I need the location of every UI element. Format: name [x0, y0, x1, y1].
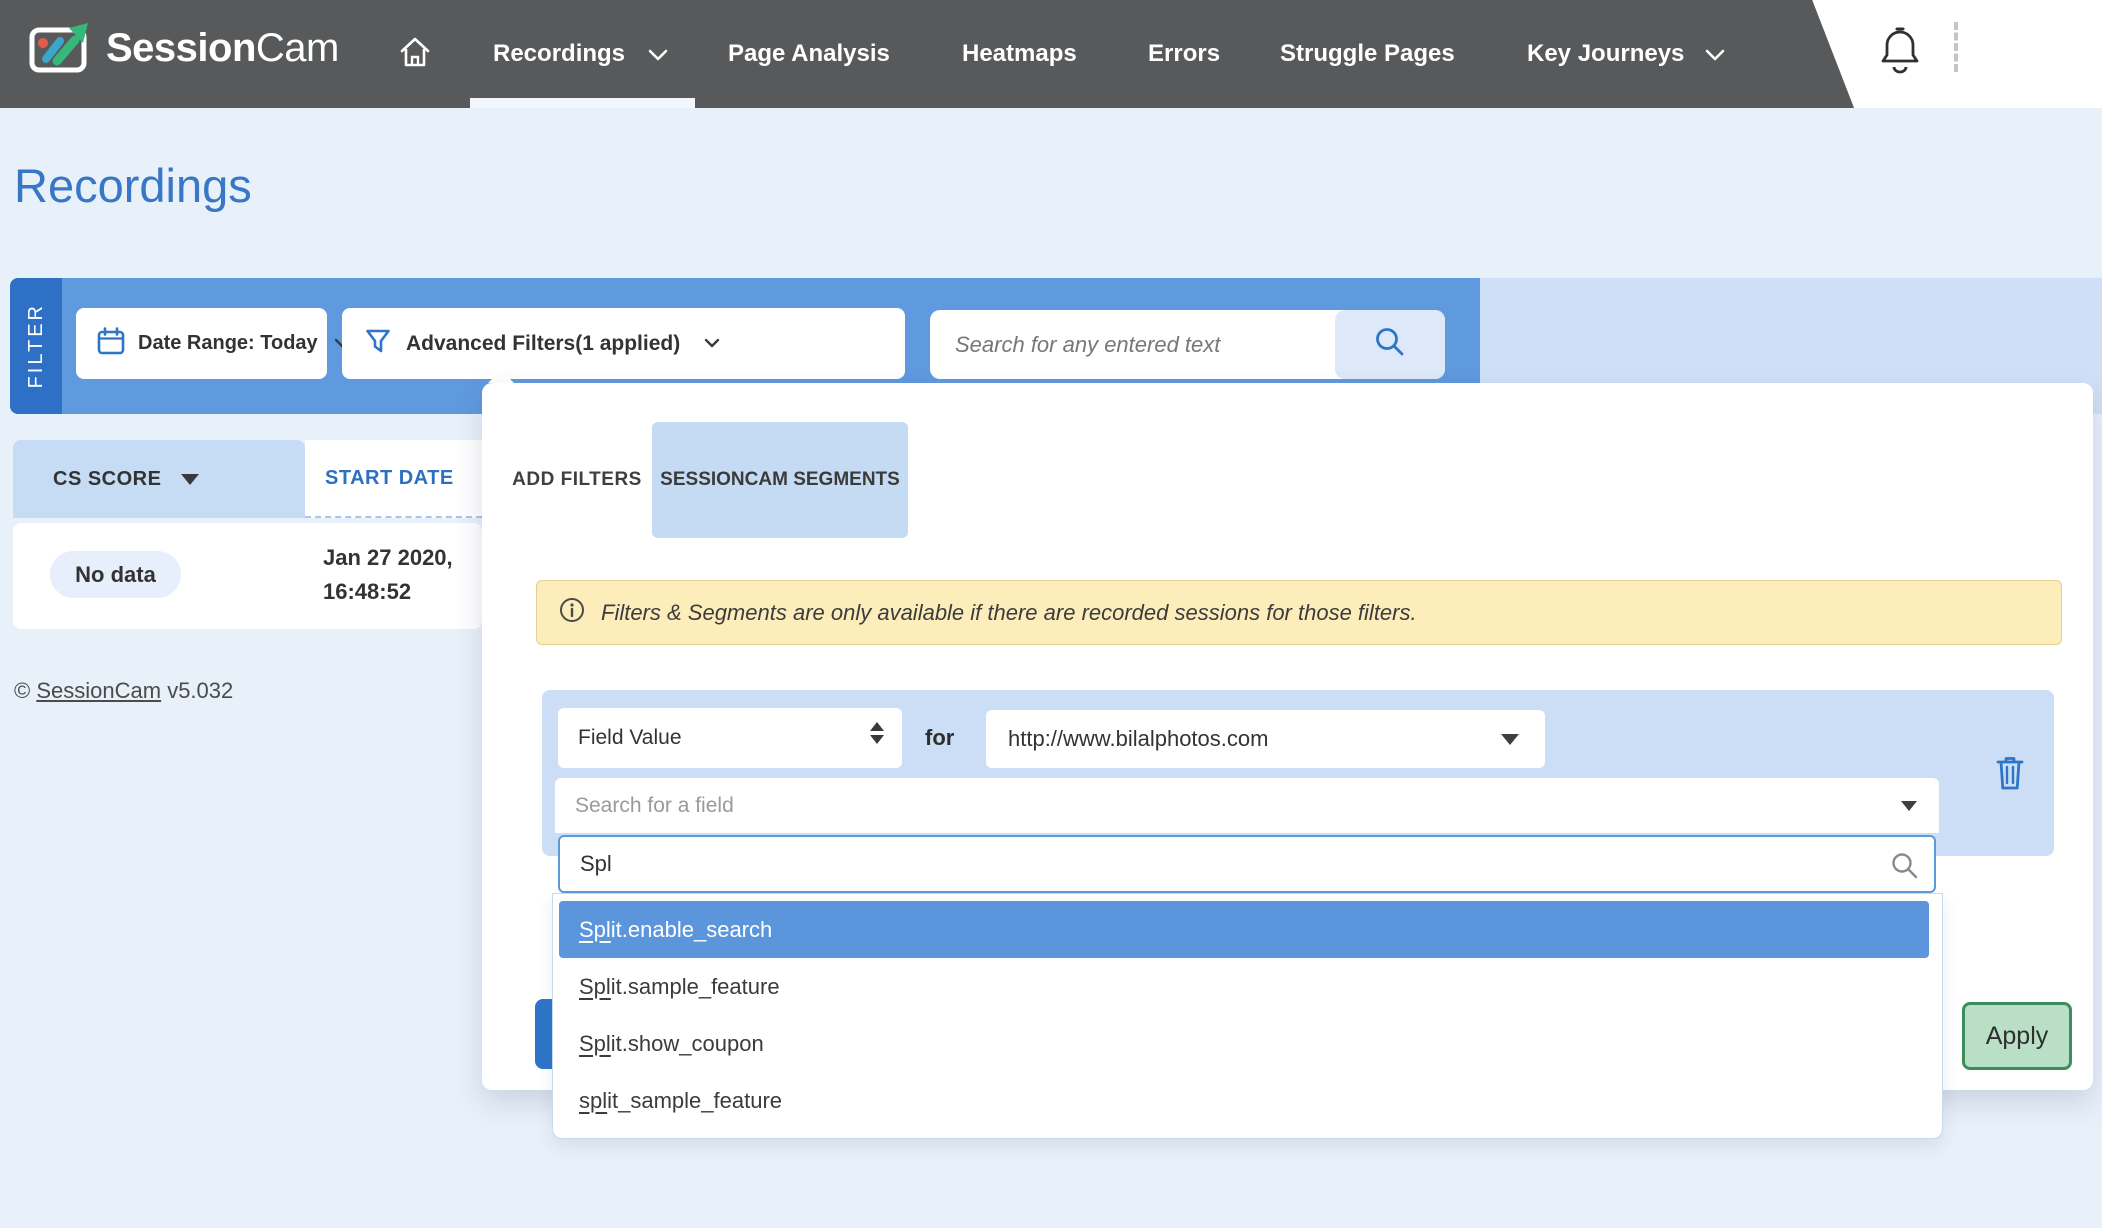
caret-down-icon	[1901, 801, 1917, 811]
nav-struggle-pages[interactable]: Struggle Pages	[1280, 0, 1455, 108]
start-date-column-header[interactable]: START DATE	[305, 440, 482, 518]
navbar-corner	[1780, 0, 2102, 108]
field-search-input[interactable]	[560, 837, 1934, 891]
caret-down-icon	[1501, 734, 1519, 745]
more-options-icon[interactable]	[1954, 22, 1958, 72]
chevron-down-icon	[1705, 48, 1725, 66]
select-updown-icon	[870, 722, 884, 744]
sort-descending-icon	[181, 474, 199, 485]
calendar-icon	[96, 326, 126, 361]
chevron-down-icon	[648, 48, 668, 66]
popover-arrow	[488, 370, 514, 383]
chevron-down-icon	[704, 335, 720, 353]
field-type-select[interactable]: Field Value	[558, 708, 902, 768]
sessioncam-logo-icon	[28, 18, 92, 79]
notifications-bell-icon[interactable]	[1878, 26, 1922, 83]
filter-side-tab[interactable]: FILTER	[10, 278, 62, 414]
field-option[interactable]: Split.show_coupon	[553, 1015, 1942, 1072]
nav-heatmaps[interactable]: Heatmaps	[962, 0, 1077, 108]
no-data-badge: No data	[50, 551, 181, 598]
tab-sessioncam-segments[interactable]: SESSIONCAM SEGMENTS	[652, 422, 908, 538]
search-button[interactable]	[1335, 310, 1445, 379]
footer-version: © SessionCam v5.032	[14, 678, 233, 704]
nav-errors[interactable]: Errors	[1148, 0, 1220, 108]
nav-key-journeys[interactable]: Key Journeys	[1527, 0, 1684, 108]
date-range-button[interactable]: Date Range: Today	[76, 308, 327, 379]
page-title: Recordings	[14, 158, 252, 213]
for-label: for	[925, 708, 954, 768]
search-icon	[1373, 325, 1407, 364]
info-banner: Filters & Segments are only available if…	[536, 580, 2062, 645]
sessioncam-logo[interactable]: SessionCam	[28, 18, 339, 79]
delete-filter-trash-icon[interactable]	[1993, 754, 2027, 797]
field-options-list: Split.enable_search Split.sample_feature…	[552, 893, 1943, 1139]
info-icon	[559, 597, 585, 628]
funnel-filter-icon	[364, 327, 392, 360]
nav-page-analysis[interactable]: Page Analysis	[728, 0, 890, 108]
nav-recordings[interactable]: Recordings	[493, 0, 625, 108]
active-tab-indicator	[470, 98, 695, 108]
search-icon	[1890, 851, 1920, 886]
field-select-collapsed[interactable]: Search for a field	[555, 778, 1939, 833]
advanced-filters-button[interactable]: Advanced Filters(1 applied)	[342, 308, 905, 379]
top-navbar: SessionCam Recordings Page Analysis Heat…	[0, 0, 2102, 108]
cs-score-column-header[interactable]: CS SCORE	[13, 440, 305, 518]
start-date-value: Jan 27 2020, 16:48:52	[323, 541, 453, 609]
home-icon[interactable]	[398, 36, 432, 73]
brand-name: SessionCam	[106, 26, 339, 71]
field-option[interactable]: split_sample_feature	[553, 1072, 1942, 1129]
field-search-box	[558, 835, 1936, 893]
sessioncam-link[interactable]: SessionCam	[36, 678, 161, 703]
tab-add-filters[interactable]: ADD FILTERS	[502, 422, 652, 538]
field-option[interactable]: Split.sample_feature	[553, 958, 1942, 1015]
site-select[interactable]: http://www.bilalphotos.com	[986, 710, 1545, 768]
apply-button[interactable]: Apply	[1962, 1002, 2072, 1070]
table-row[interactable]: No data Jan 27 2020, 16:48:52	[13, 523, 482, 629]
text-search-box	[930, 310, 1445, 379]
field-option-highlighted[interactable]: Split.enable_search	[559, 901, 1929, 958]
